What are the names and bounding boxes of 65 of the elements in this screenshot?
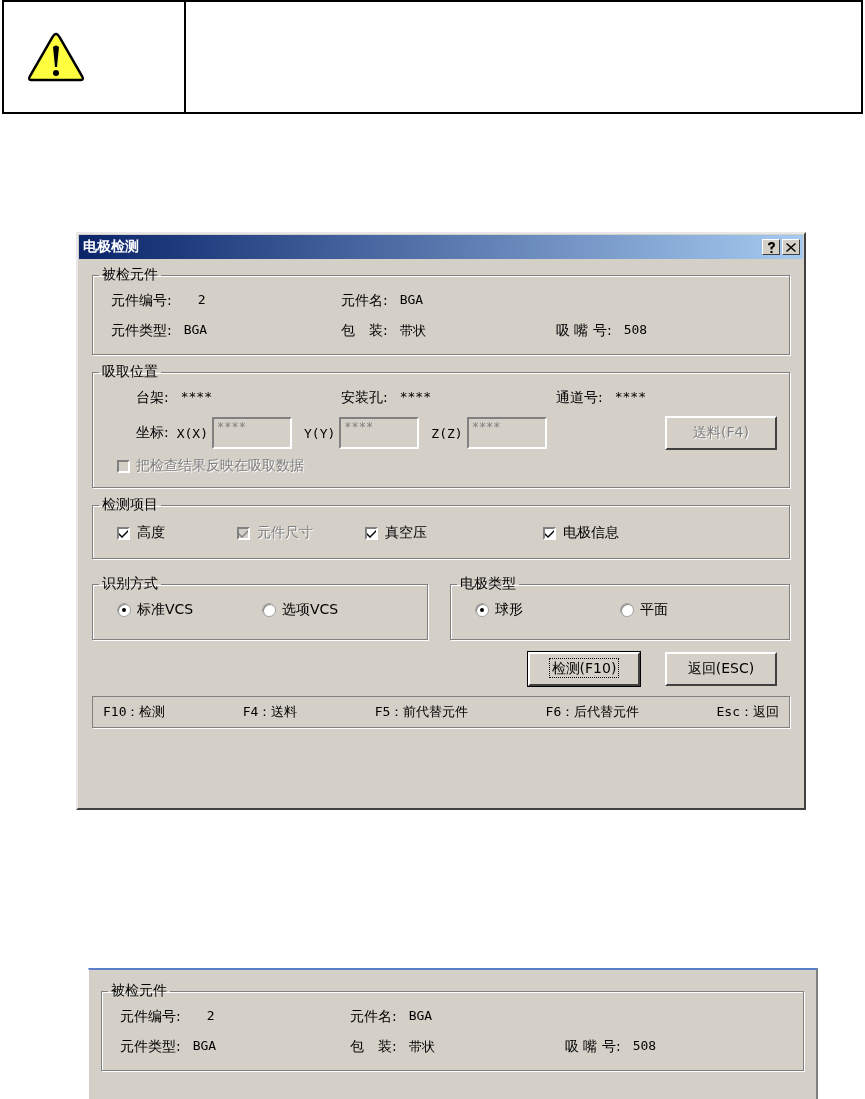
help-button[interactable] [762,239,780,255]
field-label: 元件名: [341,292,388,310]
field-value: 带状 [399,322,426,340]
radio-button[interactable] [475,603,489,617]
checkbox-label: 元件尺寸 [257,524,313,542]
radio-button[interactable] [620,603,634,617]
field-label: 元件类型: [111,322,172,340]
shortcut-hint: Esc：返回 [716,703,779,721]
field-value: BGA [399,292,424,309]
radio-label: 选项VCS [282,601,339,619]
checkbox-label: 高度 [137,524,165,542]
field-value: **** [399,389,432,406]
group-title: 被检元件 [110,982,168,1000]
axis-label: X(X) [176,425,209,441]
checkbox[interactable] [365,526,378,540]
field-value: 508 [623,322,648,339]
field-label: 安装孔: [341,389,388,407]
checkbox[interactable] [117,526,130,540]
field-value: BGA [183,322,208,339]
field-label: 吸 嘴 号: [565,1038,621,1056]
field-value: 带状 [408,1038,435,1056]
axis-label: Y(Y) [304,425,336,441]
field-label: 元件编号: [120,1008,181,1026]
close-icon [786,242,796,252]
field-value: BGA [408,1008,433,1025]
field-value: 2 [205,1008,215,1025]
checkbox[interactable] [543,526,556,540]
field-value: **** [180,389,213,406]
radio-label: 球形 [495,601,523,619]
warning-icon [27,31,85,83]
field-label: 包 装: [341,322,388,340]
group-title: 被检元件 [101,266,159,284]
close-button[interactable] [782,239,800,255]
shortcut-hint: F5：前代替元件 [374,703,469,721]
field-label: 元件名: [350,1008,397,1026]
radio-button[interactable] [117,603,131,617]
shortcut-hint: F4：送料 [242,703,298,721]
checkbox-label: 电极信息 [563,524,619,542]
group-title: 吸取位置 [101,363,159,381]
field-label: 坐标: [136,424,169,442]
shortcut-hint: F6：后代替元件 [545,703,640,721]
field-label: 吸 嘴 号: [556,322,612,340]
field-label: 通道号: [556,389,603,407]
field-label: 包 装: [350,1038,397,1056]
field-label: 元件类型: [120,1038,181,1056]
field-value: 508 [632,1038,657,1055]
field-value: BGA [192,1038,217,1055]
checkbox-label: 真空压 [385,524,427,542]
dialog-button[interactable]: 检测(F10) [528,652,640,686]
group-title: 检测项目 [101,496,159,514]
radio-label: 标准VCS [137,601,194,619]
radio-button[interactable] [262,603,276,617]
window-title: 电极检测 [83,238,139,256]
group-title: 电极类型 [459,575,517,593]
axis-label: Z(Z) [431,425,463,441]
field-label: 台架: [136,389,169,407]
dialog-button[interactable]: 返回(ESC) [665,652,777,686]
field-value: **** [614,389,647,406]
group-title: 识别方式 [101,575,159,593]
radio-label: 平面 [640,601,668,619]
help-icon [766,241,776,253]
checkbox-label: 把检查结果反映在吸取数据 [136,457,304,475]
field-label: 元件编号: [111,292,172,310]
shortcut-hint: F10：检测 [103,703,166,721]
field-value: 2 [196,292,206,309]
